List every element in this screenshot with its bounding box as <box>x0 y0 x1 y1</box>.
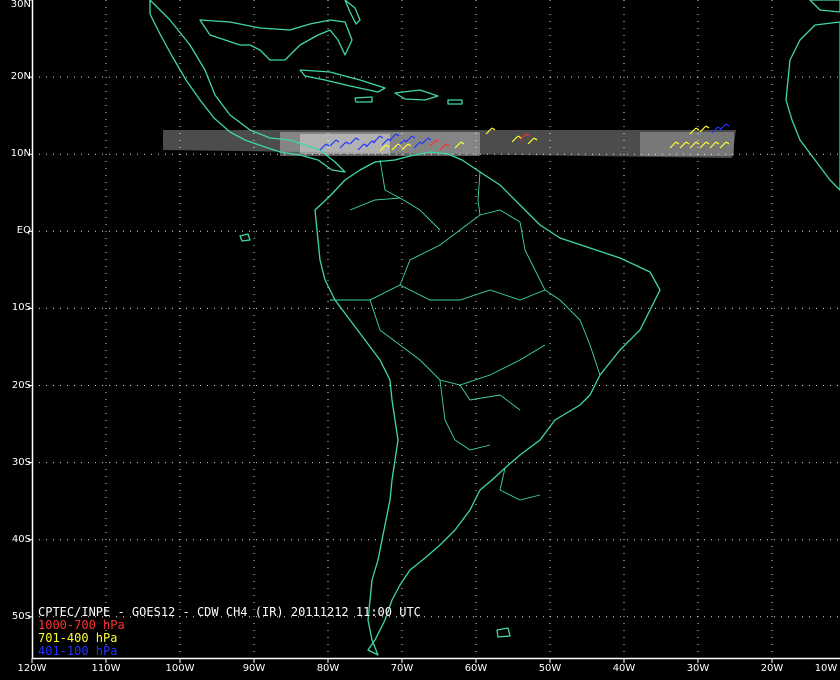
lon-label: 20W <box>760 663 784 674</box>
coastline-path <box>344 0 361 25</box>
border-path <box>519 221 546 291</box>
coastline-path <box>299 69 386 93</box>
lat-label: EQ <box>16 225 31 237</box>
lon-label: 10W <box>814 663 838 674</box>
coastline-path <box>239 233 251 242</box>
map-title: CPTEC/INPE - GOES12 - CDW CH4 (IR) 20111… <box>38 605 421 619</box>
lon-label: 50W <box>538 663 562 674</box>
map-frame <box>28 0 840 663</box>
cloud-band-east <box>640 132 734 156</box>
border-path <box>477 171 481 216</box>
wind-barb <box>695 127 700 131</box>
lat-label: 10S <box>11 302 31 314</box>
lon-label: 120W <box>17 663 47 674</box>
border-path <box>544 289 601 376</box>
legend-low-level: 1000-700 hPa <box>38 618 125 632</box>
coastline-path <box>809 0 840 13</box>
bright-cloud <box>300 134 390 154</box>
lon-label: 110W <box>91 663 121 674</box>
wind-barb <box>725 123 730 127</box>
coastline-path <box>354 96 373 103</box>
lon-label: 70W <box>390 663 414 674</box>
lat-label: 10N <box>10 148 31 160</box>
lat-label: 30S <box>11 456 31 468</box>
legend-mid-level: 701-400 hPa <box>38 631 118 645</box>
wind-vector <box>719 123 727 131</box>
legend-high-level: 401-100 hPa <box>38 644 118 658</box>
border-path <box>330 284 546 301</box>
coastline-path <box>199 19 353 61</box>
border-path <box>459 384 521 411</box>
border-path <box>349 197 441 231</box>
lat-label: 20N <box>10 71 31 83</box>
border-path <box>379 159 401 199</box>
lat-label: 50S <box>11 610 31 622</box>
coastline-path <box>496 627 511 638</box>
border-path <box>499 467 541 501</box>
map-stage: 30N 20N 10N EQ 10S 20S 30S 40S 50S 120W 110W 100W 9… <box>0 0 840 680</box>
lon-label: 80W <box>316 663 340 674</box>
wind-barb <box>491 127 496 131</box>
lon-label: 30W <box>686 663 710 674</box>
border-path <box>369 299 546 386</box>
wind-barb <box>705 125 710 129</box>
lon-label: 90W <box>242 663 266 674</box>
lon-label: 60W <box>464 663 488 674</box>
lon-label: 100W <box>165 663 195 674</box>
satellite-strip <box>163 130 736 158</box>
lon-label: 40W <box>612 663 636 674</box>
lat-label: 30N <box>10 0 31 10</box>
coastline-path <box>447 99 463 105</box>
border-path <box>399 209 521 286</box>
lat-label: 20S <box>11 379 31 391</box>
lat-label: 40S <box>11 533 31 545</box>
border-path <box>439 379 491 451</box>
map-canvas <box>28 0 840 663</box>
coastline-path <box>785 21 840 191</box>
coastline-path <box>314 151 661 656</box>
coastline-path <box>394 89 439 101</box>
lat-lon-grid <box>32 0 840 658</box>
